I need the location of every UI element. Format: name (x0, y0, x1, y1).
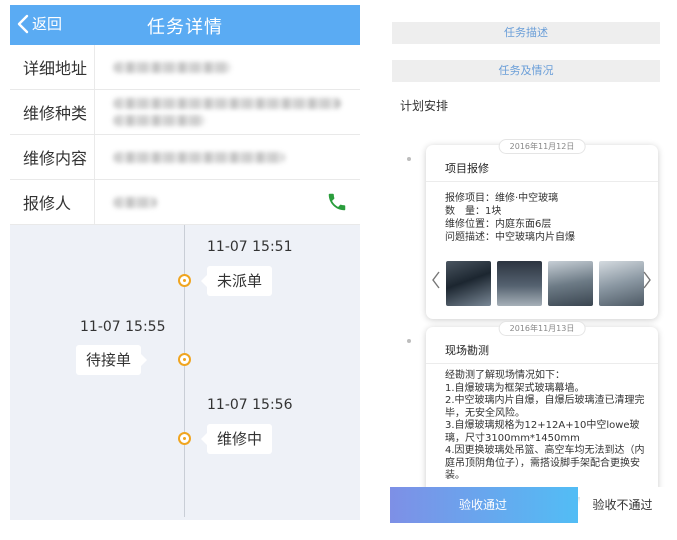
carousel-next-button[interactable] (642, 269, 652, 291)
row-value-redacted (95, 98, 360, 126)
timeline-dot-icon (178, 353, 191, 366)
row-label: 维修种类 (10, 90, 95, 134)
section-title: 计划安排 (400, 99, 449, 113)
timeline-axis (184, 225, 185, 517)
detail-list: 详细地址 维修种类 维修内容 报修人 (10, 45, 360, 225)
plan-card-survey: 2016年11月13日 现场勘测 经勘测了解现场情况如下： 1.自爆玻璃为框架式… (426, 321, 658, 497)
chevron-left-icon (432, 271, 440, 289)
tab-task-status[interactable]: 任务及情况 (392, 60, 660, 82)
timeline-dot-icon (178, 274, 191, 287)
timeline-time: 11-07 15:51 (207, 239, 293, 255)
card-title: 项目报修 (445, 162, 489, 175)
divider (426, 181, 658, 182)
blurred-text (113, 115, 205, 126)
row-label: 详细地址 (10, 45, 95, 89)
phone-icon[interactable] (326, 191, 348, 213)
row-value-redacted (95, 61, 360, 73)
blurred-text (113, 61, 231, 73)
status-timeline: 11-07 15:51 未派单 11-07 15:55 待接单 11-07 15… (10, 225, 360, 517)
timeline-time: 11-07 15:56 (207, 397, 293, 413)
carousel-prev-button[interactable] (431, 269, 441, 291)
task-detail-screen: 返回 任务详情 详细地址 维修种类 维修内容 报修人 11-07 15:51 未… (10, 5, 360, 520)
photo-strip (446, 261, 644, 306)
timeline-status: 未派单 (200, 266, 273, 296)
row-value-redacted (95, 196, 360, 208)
blurred-text (113, 151, 285, 163)
survey-description: 经勘测了解现场情况如下： 1.自爆玻璃为框架式玻璃幕墙。 2.中空玻璃内片自爆，… (445, 370, 645, 481)
photo-thumbnail[interactable] (446, 261, 491, 306)
task-progress-screen: 任务描述 任务及情况 计划安排 2016年11月12日 项目报修 报修项目：维修… (390, 5, 665, 523)
timeline-status: 待接单 (76, 345, 148, 375)
row-address: 详细地址 (10, 45, 360, 90)
photo-thumbnail[interactable] (548, 261, 593, 306)
tab-task-description[interactable]: 任务描述 (392, 22, 660, 44)
date-badge: 2016年11月13日 (498, 321, 586, 336)
photo-thumbnail[interactable] (599, 261, 644, 306)
row-reporter: 报修人 (10, 180, 360, 225)
timeline-status: 维修中 (200, 424, 273, 454)
page-title: 任务详情 (147, 17, 223, 38)
timeline-time: 11-07 15:55 (80, 319, 166, 335)
row-label: 报修人 (10, 180, 95, 224)
divider (426, 363, 658, 364)
timeline-dot-icon (407, 339, 411, 343)
card-title: 现场勘测 (445, 344, 489, 357)
header-bar: 返回 任务详情 (10, 5, 360, 45)
card-line: 问题描述：中空玻璃内片自爆 (445, 232, 575, 243)
blurred-text (113, 196, 157, 208)
accept-button[interactable]: 验收通过 (390, 487, 578, 523)
timeline-dot-icon (407, 157, 411, 161)
chevron-right-icon (643, 271, 651, 289)
photo-thumbnail[interactable] (497, 261, 542, 306)
row-value-redacted (95, 151, 360, 163)
reject-button[interactable]: 验收不通过 (580, 487, 665, 523)
plan-card-repair: 2016年11月12日 项目报修 报修项目：维修·中空玻璃 数 量：1块 维修位… (426, 139, 658, 319)
date-badge: 2016年11月12日 (498, 139, 586, 154)
timeline-dot-icon (178, 432, 191, 445)
row-repair-type: 维修种类 (10, 90, 360, 135)
row-repair-content: 维修内容 (10, 135, 360, 180)
blurred-text (113, 98, 341, 109)
row-label: 维修内容 (10, 135, 95, 179)
